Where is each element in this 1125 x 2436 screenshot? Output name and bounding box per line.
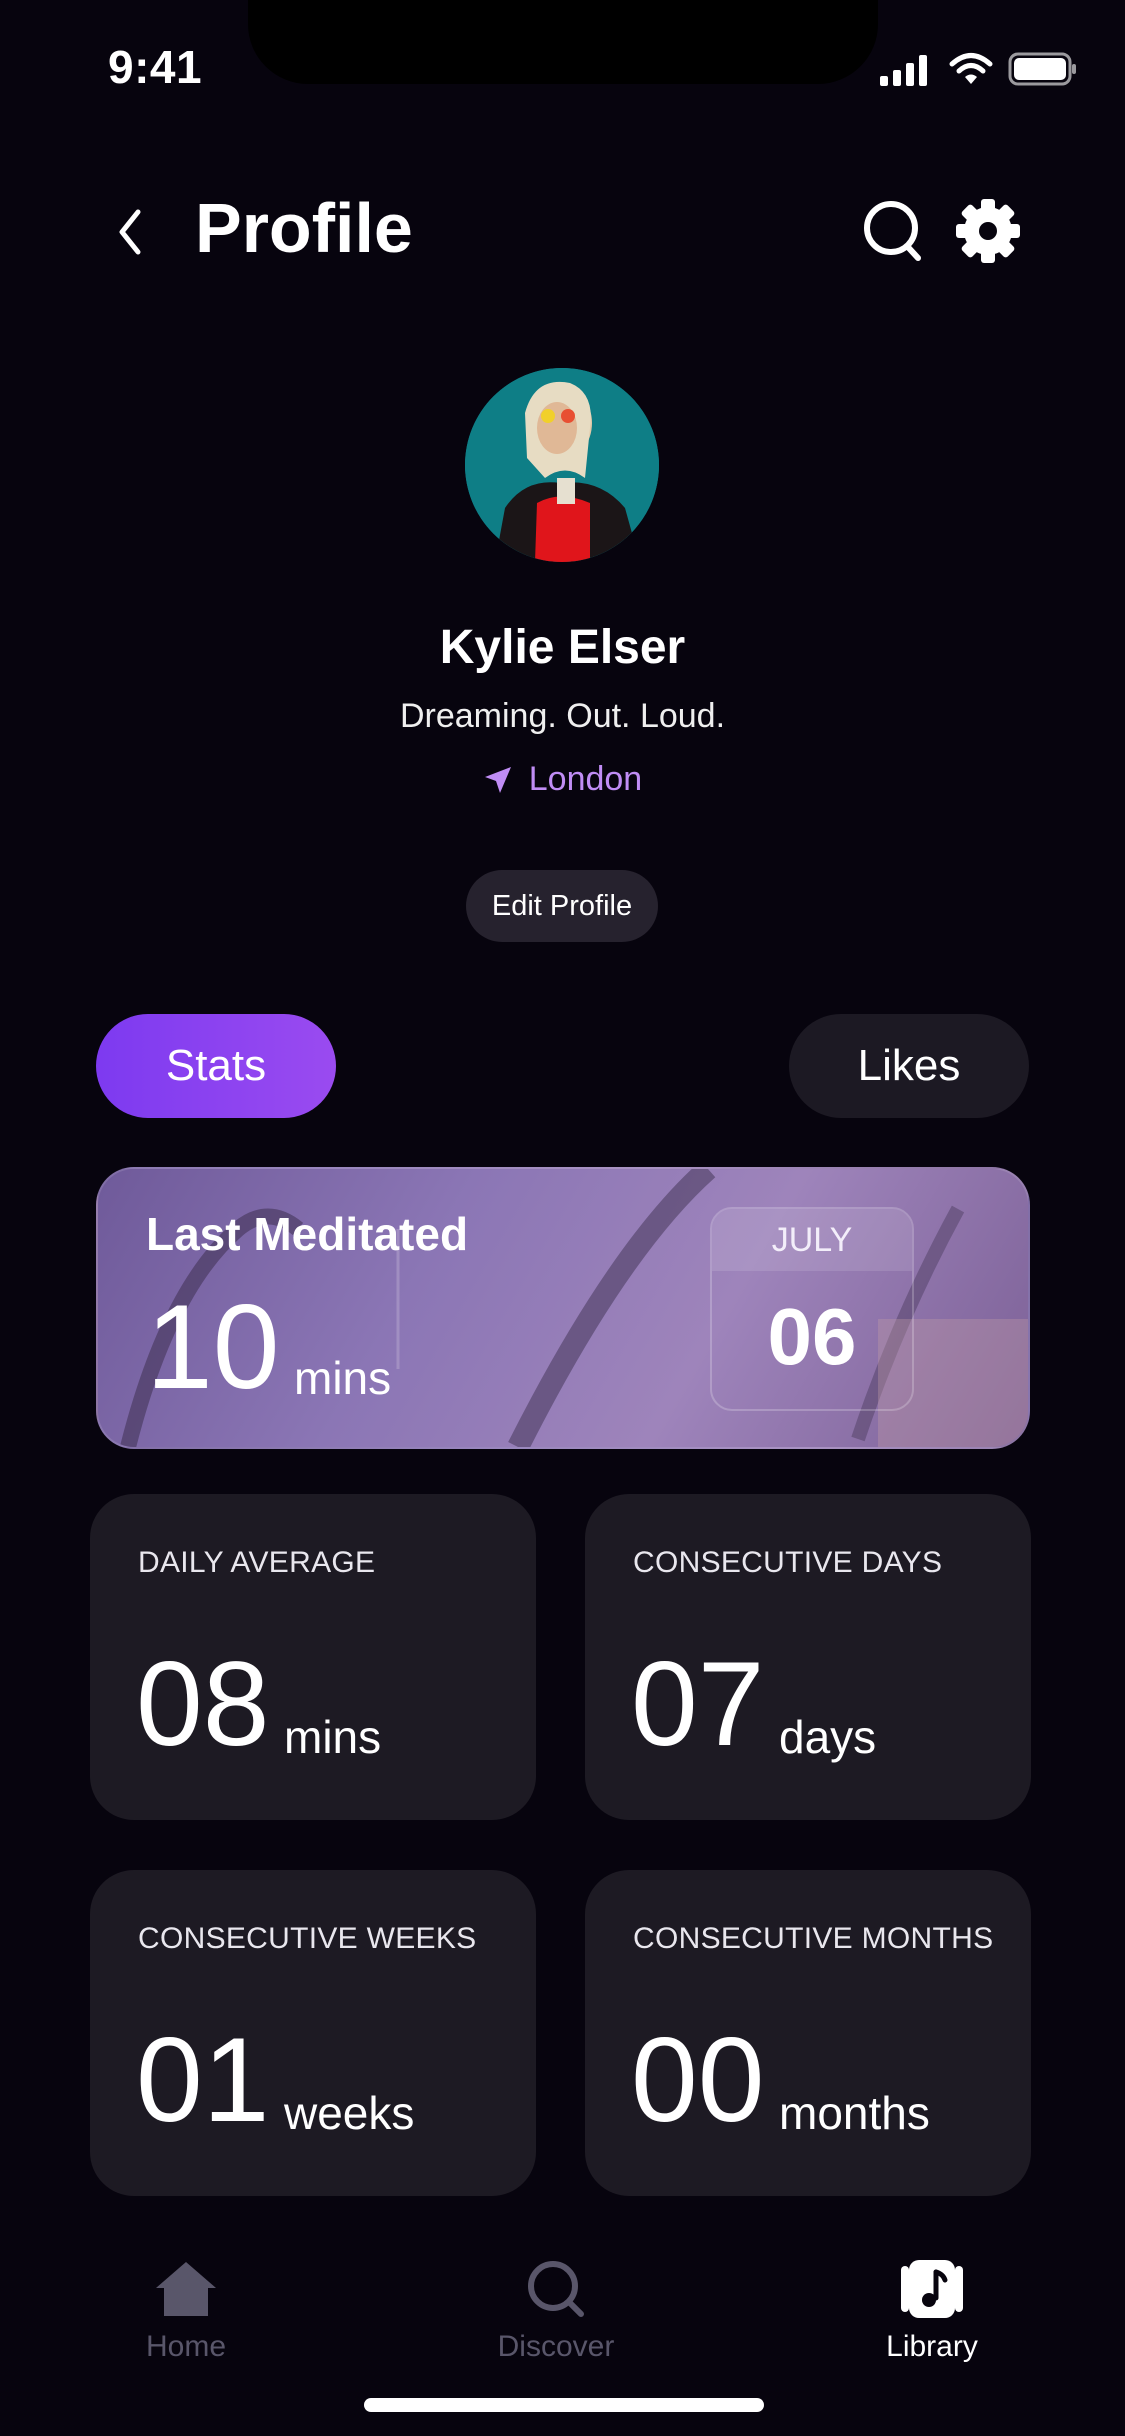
search-icon[interactable] [862,198,924,264]
stat-card-daily-average[interactable]: DAILY AVERAGE 08 mins [90,1494,536,1820]
last-meditated-unit: mins [294,1352,392,1404]
gear-icon[interactable] [955,198,1021,264]
nav-item-home[interactable]: Home [76,2258,296,2378]
page-title: Profile [195,189,413,267]
stat-value: 07 [631,1637,765,1771]
nav-item-discover[interactable]: Discover [446,2258,666,2378]
nav-label-home: Home [145,2330,227,2363]
stat-unit: mins [284,1711,382,1763]
stat-label: CONSECUTIVE WEEKS [138,1922,477,1955]
nav-label-discover: Discover [497,2330,615,2363]
tab-likes[interactable]: Likes [789,1014,1029,1118]
avatar-photo [465,368,659,562]
cellular-signal-icon [880,55,927,86]
stat-label: CONSECUTIVE MONTHS [633,1922,994,1955]
home-icon [156,2262,216,2316]
stat-unit: weeks [284,2087,415,2139]
stat-unit: days [779,1711,877,1763]
nav-item-library[interactable]: Library [822,2258,1042,2378]
stat-label: CONSECUTIVE DAYS [633,1546,943,1579]
battery-icon [1008,52,1076,86]
device-notch [248,0,878,84]
stat-value: 00 [631,2013,765,2147]
location-arrow-icon [484,766,511,793]
nav-label-library: Library [886,2330,978,2363]
last-meditated-card[interactable]: Last Meditated 10 mins JULY 06 [96,1167,1030,1449]
stat-label: DAILY AVERAGE [138,1546,376,1579]
date-day: 06 [767,1292,857,1381]
discover-search-icon [528,2261,584,2317]
tab-stats[interactable]: Stats [96,1014,336,1118]
date-month: JULY [712,1209,912,1271]
profile-location: London [0,760,1125,799]
edit-profile-button[interactable]: Edit Profile [466,870,658,942]
stat-value: 01 [136,2013,270,2147]
profile-name: Kylie Elser [439,621,686,674]
stat-card-consecutive-days[interactable]: CONSECUTIVE DAYS 07 days [585,1494,1031,1820]
location-label: London [528,760,643,798]
last-meditated-value: 10 [146,1280,280,1414]
home-indicator[interactable] [364,2398,764,2412]
stat-card-consecutive-months[interactable]: CONSECUTIVE MONTHS 00 months [585,1870,1031,2196]
avatar[interactable] [465,368,659,562]
date-box: JULY 06 [710,1207,914,1411]
last-meditated-label: Last Meditated [146,1208,469,1260]
status-time: 9:41 [108,41,203,93]
wifi-icon [949,53,993,84]
back-button[interactable] [110,202,150,262]
stat-value: 08 [136,1637,270,1771]
music-library-icon [901,2260,963,2318]
stat-card-consecutive-weeks[interactable]: CONSECUTIVE WEEKS 01 weeks [90,1870,536,2196]
profile-bio: Dreaming. Out. Loud. [399,697,726,735]
stat-unit: months [779,2087,930,2139]
